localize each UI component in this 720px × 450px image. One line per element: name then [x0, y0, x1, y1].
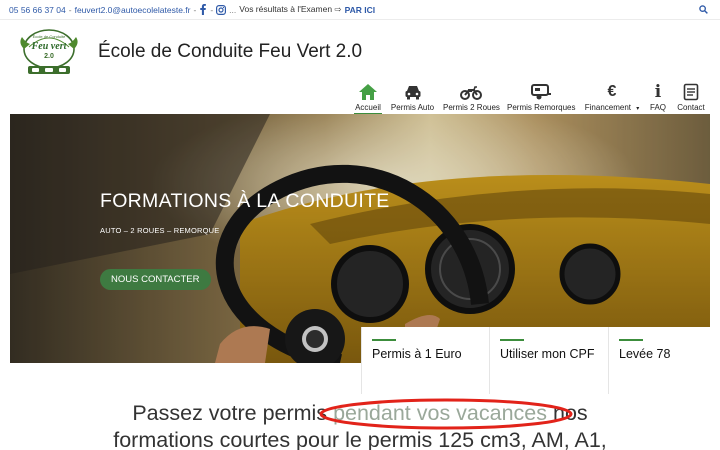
dropdown-caret-icon: ▾ — [636, 106, 640, 112]
info-icon: i — [654, 82, 662, 102]
car-icon — [405, 86, 420, 100]
logo-text: Feu vert — [31, 41, 68, 52]
top-bar: 05 56 66 37 04 - feuvert2.0@autoecolelat… — [0, 0, 720, 20]
contact-us-button[interactable]: NOUS CONTACTER — [100, 269, 211, 290]
highlight-ellipse — [319, 398, 573, 430]
separator: - — [210, 4, 214, 15]
nav-label: Accueil — [355, 103, 381, 112]
nav-item-permis-2-roues[interactable]: Permis 2 Roues — [443, 83, 500, 112]
hero-subtitle: AUTO – 2 ROUES – REMORQUE — [100, 226, 220, 235]
results-link[interactable]: PAR ICI — [345, 5, 376, 15]
results-text: Vos résultats à l'Examen ⇨ — [239, 4, 342, 14]
hero-banner: FORMATIONS À LA CONDUITE AUTO – 2 ROUES … — [10, 114, 710, 363]
card-permis-1-euro[interactable]: Permis à 1 Euro — [361, 327, 489, 394]
card-label: Levée 78 — [619, 347, 671, 361]
card-levee-78[interactable]: Levée 78 — [608, 327, 710, 394]
contact-card-icon — [683, 83, 699, 101]
separator: - — [68, 4, 72, 15]
phone-number[interactable]: 05 56 66 37 04 — [9, 5, 66, 15]
separator: - — [193, 4, 197, 15]
hero-title: FORMATIONS À LA CONDUITE — [100, 190, 390, 212]
nav-label: Financement — [584, 103, 631, 112]
nav-label: Permis Auto — [390, 103, 435, 112]
search-icon[interactable] — [699, 5, 708, 14]
nav-item-contact[interactable]: Contact — [676, 83, 706, 112]
nav-item-permis-auto[interactable]: Permis Auto — [390, 83, 435, 112]
nav-item-accueil[interactable]: Accueil — [354, 83, 382, 112]
nav-label: Contact — [677, 103, 705, 112]
card-label: Utiliser mon CPF — [500, 347, 595, 361]
email-link[interactable]: feuvert2.0@autoecolelateste.fr — [75, 5, 191, 15]
nav-label: FAQ — [650, 103, 667, 112]
instagram-icon[interactable] — [216, 4, 227, 15]
logo-number: 2.0 — [44, 53, 54, 60]
facebook-icon[interactable] — [199, 4, 207, 15]
nav-label-wrap: Financement ▾ — [584, 103, 640, 112]
hero-background-image — [10, 114, 710, 363]
trailer-icon — [531, 84, 551, 100]
nav-item-faq[interactable]: i FAQ — [650, 83, 666, 112]
card-label: Permis à 1 Euro — [372, 347, 462, 361]
card-accent-bar — [500, 339, 524, 341]
nav-label: Permis Remorques — [507, 103, 576, 112]
nav-item-permis-remorques[interactable]: Permis Remorques — [507, 83, 575, 112]
card-accent-bar — [372, 339, 396, 341]
nav-item-financement[interactable]: € Financement ▾ — [584, 83, 640, 112]
site-title[interactable]: École de Conduite Feu Vert 2.0 — [98, 41, 362, 63]
ellipsis: ... — [229, 4, 237, 15]
logo-arc-text: École de Conduite — [33, 34, 66, 39]
card-utiliser-cpf[interactable]: Utiliser mon CPF — [489, 327, 608, 394]
home-icon — [359, 84, 377, 100]
motorcycle-icon — [459, 86, 482, 100]
top-contact-line: 05 56 66 37 04 - feuvert2.0@autoecolelat… — [9, 4, 375, 15]
school-logo[interactable]: École de Conduite Feu vert 2.0 — [16, 27, 82, 77]
card-accent-bar — [619, 339, 643, 341]
euro-icon: € — [607, 83, 617, 100]
nav-label: Permis 2 Roues — [443, 103, 500, 112]
headline-text: Passez votre permis — [132, 401, 334, 425]
